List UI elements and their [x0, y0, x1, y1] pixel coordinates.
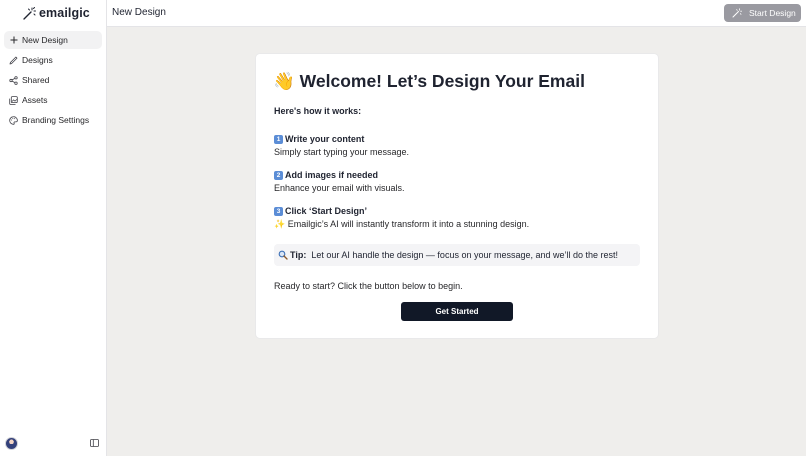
step-description-text: Emailgic’s AI will instantly transform i… — [287, 219, 530, 229]
sidebar-item-label: Designs — [22, 55, 53, 65]
sidebar-item-branding-settings[interactable]: Branding Settings — [4, 111, 102, 129]
step-number-badge: 1 — [274, 135, 283, 144]
avatar[interactable] — [5, 436, 18, 450]
step-title: Write your content — [285, 134, 365, 144]
magnifier-icon — [278, 250, 288, 260]
step-number-badge: 2 — [274, 171, 283, 180]
how-it-works-label: Here's how it works: — [274, 106, 362, 116]
sidebar-item-label: Shared — [22, 75, 50, 85]
ready-text: Ready to start? Click the button below t… — [274, 281, 463, 291]
step-number-badge: 3 — [274, 207, 283, 216]
pen-icon — [9, 56, 18, 65]
sidebar-footer — [0, 430, 107, 456]
sidebar-toggle-icon[interactable] — [90, 439, 99, 447]
tip-text: Let our AI handle the design — focus on … — [311, 250, 619, 260]
logo-text: emailgic — [39, 6, 90, 20]
step-description: Simply start typing your message. — [274, 147, 410, 157]
step-description: Enhance your email with visuals. — [274, 183, 405, 193]
wave-emoji: 👋 — [273, 71, 295, 91]
sidebar-nav: New Design Designs Shared Assets Brandin… — [0, 31, 106, 129]
tip-label: Tip: — [290, 250, 307, 260]
page-title: New Design — [112, 7, 166, 18]
logo-wand-icon — [23, 6, 36, 20]
sidebar-item-assets[interactable]: Assets — [4, 91, 102, 109]
sidebar: emailgic New Design Designs Shared Asset… — [0, 0, 107, 456]
start-design-button[interactable]: Start Design — [724, 4, 801, 22]
get-started-button[interactable]: Get Started — [401, 302, 513, 321]
step-title: Click ‘Start Design’ — [285, 206, 368, 216]
sidebar-item-shared[interactable]: Shared — [4, 71, 102, 89]
step-title: Add images if needed — [285, 170, 379, 180]
step-3: 3 Click ‘Start Design’ ✨ Emailgic’s AI w… — [274, 205, 529, 231]
plus-icon — [9, 36, 18, 45]
step-2: 2 Add images if needed Enhance your emai… — [274, 169, 405, 195]
step-description: ✨ Emailgic’s AI will instantly transform… — [274, 218, 529, 231]
sidebar-item-new-design[interactable]: New Design — [4, 31, 102, 49]
welcome-heading-text: Welcome! Let’s Design Your Email — [299, 71, 585, 91]
sidebar-item-label: Assets — [22, 95, 48, 105]
sidebar-item-label: Branding Settings — [22, 115, 90, 125]
share-icon — [9, 75, 18, 85]
magic-wand-icon — [732, 8, 742, 18]
image-stack-icon — [9, 95, 18, 105]
start-design-label: Start Design — [749, 8, 796, 18]
palette-icon — [9, 115, 18, 125]
sidebar-item-label: New Design — [22, 35, 68, 45]
sparkles-icon: ✨ — [274, 219, 286, 229]
tip-box: Tip: Let our AI handle the design — focu… — [274, 244, 640, 266]
logo[interactable]: emailgic — [0, 1, 106, 25]
step-1: 1 Write your content Simply start typing… — [274, 133, 409, 159]
sidebar-item-designs[interactable]: Designs — [4, 51, 102, 69]
welcome-heading: 👋 Welcome! Let’s Design Your Email — [273, 71, 585, 92]
topbar: New Design Start Design — [107, 0, 806, 27]
welcome-card: 👋 Welcome! Let’s Design Your Email Here'… — [256, 54, 658, 338]
